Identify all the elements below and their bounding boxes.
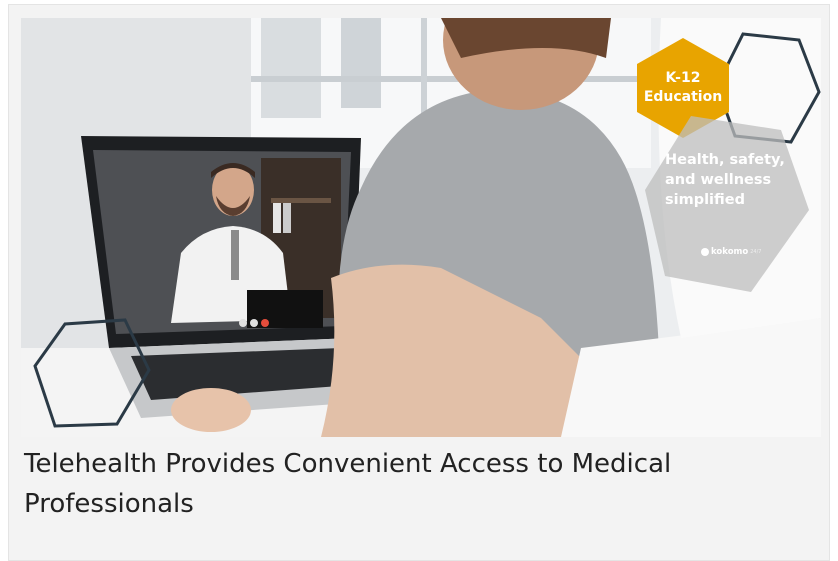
badge-line1: K-12 [665, 70, 701, 86]
brand-name: kokomo [711, 247, 749, 257]
wellness-line3: simplified [665, 192, 745, 208]
kokomo-logo: kokomo 24/7 [701, 247, 761, 257]
kokomo-mark-icon [701, 248, 709, 256]
article-title-link[interactable]: Telehealth Provides Convenient Access to… [24, 444, 814, 524]
brand-suffix: 24/7 [750, 249, 762, 255]
hero-image[interactable]: K-12 Education Health, safety, and welln… [21, 18, 821, 437]
wellness-line1: Health, safety, [665, 152, 785, 168]
hexagon-outline-icon [33, 318, 151, 428]
badge-line2: Education [643, 89, 723, 105]
wellness-overlay: Health, safety, and wellness simplified … [641, 110, 811, 300]
wellness-line2: and wellness [665, 172, 772, 188]
